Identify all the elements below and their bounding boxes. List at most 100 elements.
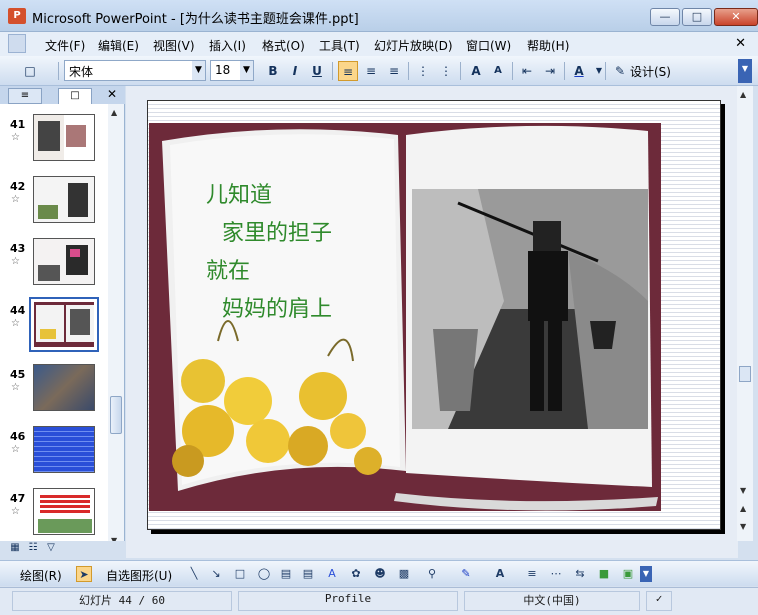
numbering-icon[interactable]: ⋮ <box>413 61 433 81</box>
toolbar-options-icon[interactable]: ▼ <box>738 59 752 83</box>
menu-format[interactable]: 格式(O) <box>262 37 305 54</box>
maximize-button[interactable]: □ <box>682 8 712 26</box>
line-style-icon[interactable]: ≡ <box>524 566 540 582</box>
decrease-indent-icon[interactable]: ⇤ <box>517 61 537 81</box>
vertical-textbox-icon[interactable]: ▤ <box>300 566 316 582</box>
font-color-icon[interactable]: A <box>569 61 589 81</box>
next-slide-icon[interactable]: ▼ <box>740 522 746 531</box>
font-size-select[interactable]: 18 ▼ <box>210 60 254 81</box>
diagram-icon[interactable]: ✿ <box>348 566 364 582</box>
rectangle-icon[interactable]: □ <box>232 566 248 582</box>
slide-position-status: 幻灯片 44 / 60 <box>12 591 232 611</box>
slide-number: 41 <box>10 118 26 131</box>
slide-canvas: 儿知道 家里的担子 就在 妈妈的肩上 <box>147 100 721 530</box>
toolbar-separator <box>408 62 409 80</box>
scroll-up-icon[interactable]: ▲ <box>111 108 117 117</box>
slide-thumbnail[interactable] <box>33 426 95 473</box>
thumbnail-scrollbar[interactable]: ▲ ▼ <box>108 104 124 549</box>
menu-help[interactable]: 帮助(H) <box>527 37 569 54</box>
fill-color-icon[interactable]: ⚲ <box>424 566 440 582</box>
align-center-icon[interactable]: ≡ <box>361 61 381 81</box>
3d-style-icon[interactable]: ▣ <box>620 566 636 582</box>
align-left-icon[interactable]: ≡ <box>338 61 358 81</box>
poem-line: 儿知道 <box>206 183 273 208</box>
shrink-font-icon[interactable]: A <box>488 61 508 81</box>
previous-slide-icon[interactable]: ▲ <box>740 504 746 513</box>
font-color-icon[interactable]: A <box>492 566 508 582</box>
oval-icon[interactable]: ◯ <box>256 566 272 582</box>
dash-style-icon[interactable]: ⋯ <box>548 566 564 582</box>
underline-icon[interactable]: U <box>307 61 327 81</box>
menu-insert[interactable]: 插入(I) <box>209 37 246 54</box>
textbox-icon[interactable]: ▤ <box>278 566 294 582</box>
slide-number: 42 <box>10 180 26 193</box>
slide-thumbnail[interactable] <box>33 238 95 285</box>
menu-view[interactable]: 视图(V) <box>153 37 195 54</box>
scrollbar-thumb[interactable] <box>739 366 751 382</box>
animation-star-icon: ☆ <box>11 382 20 393</box>
slideshow-icon[interactable]: ▽ <box>44 541 58 555</box>
clipart-icon[interactable]: ☻ <box>372 566 388 582</box>
document-close-icon[interactable]: ✕ <box>735 36 746 51</box>
design-icon[interactable]: ✎ <box>610 61 630 81</box>
toolbar-separator <box>332 62 333 80</box>
shadow-style-icon[interactable]: ■ <box>596 566 612 582</box>
design-template-status: Profile <box>238 591 458 611</box>
grow-font-icon[interactable]: A <box>466 61 486 81</box>
view-buttons: ▦ ☷ ▽ <box>0 541 125 558</box>
slide-thumbnail[interactable] <box>33 364 95 411</box>
minimize-button[interactable]: — <box>650 8 680 26</box>
font-size-value: 18 <box>215 63 231 77</box>
slide-scrollbar[interactable]: ▲ ▼ ▲ ▼ <box>737 86 753 541</box>
line-icon[interactable]: ╲ <box>186 566 202 582</box>
select-objects-icon[interactable]: ➤ <box>76 566 92 582</box>
chevron-down-icon[interactable]: ▼ <box>589 61 609 81</box>
toolbar-separator <box>605 62 606 80</box>
bold-icon[interactable]: B <box>263 61 283 81</box>
align-right-icon[interactable]: ≡ <box>384 61 404 81</box>
tab-slides[interactable]: □ <box>58 88 92 104</box>
wordart-icon[interactable]: A <box>324 566 340 582</box>
design-button-label[interactable]: 设计(S) <box>630 63 671 80</box>
slide-thumbnail-list: 41 ☆ 42 ☆ 43 ☆ 44 ☆ 45 ☆ 46 ☆ 47 ☆ <box>0 104 108 549</box>
line-color-icon[interactable]: ✎ <box>458 566 474 582</box>
arrow-style-icon[interactable]: ⇆ <box>572 566 588 582</box>
tab-outline[interactable]: ≡ <box>8 88 42 104</box>
arrow-icon[interactable]: ↘ <box>208 566 224 582</box>
slide-thumbnail[interactable] <box>33 488 95 535</box>
draw-menu-button[interactable]: 绘图(R) <box>20 567 62 584</box>
scroll-up-icon[interactable]: ▲ <box>740 90 746 99</box>
pane-close-icon[interactable]: ✕ <box>107 87 117 101</box>
menu-window[interactable]: 窗口(W) <box>466 37 511 54</box>
slide-thumbnail-selected[interactable] <box>29 297 99 352</box>
chevron-down-icon[interactable]: ▼ <box>192 61 205 80</box>
menu-edit[interactable]: 编辑(E) <box>98 37 139 54</box>
slide-sorter-icon[interactable]: ☷ <box>26 541 40 555</box>
slide-thumbnail[interactable] <box>33 176 95 223</box>
font-name-select[interactable]: 宋体 ▼ <box>64 60 206 81</box>
normal-view-icon[interactable]: ▦ <box>8 541 22 555</box>
menu-tools[interactable]: 工具(T) <box>319 37 360 54</box>
slide-thumbnail[interactable] <box>33 114 95 161</box>
spelling-check-icon[interactable]: ✓ <box>646 591 672 611</box>
chevron-down-icon[interactable]: ▼ <box>240 61 253 80</box>
scroll-down-icon[interactable]: ▼ <box>740 486 746 495</box>
powerpoint-app-icon[interactable]: P <box>8 8 26 24</box>
language-status: 中文(中国) <box>464 591 640 611</box>
menu-slideshow[interactable]: 幻灯片放映(D) <box>374 37 453 54</box>
slide-number: 46 <box>10 430 26 443</box>
slide-number: 44 <box>10 304 26 317</box>
menu-grip-icon[interactable] <box>8 34 26 53</box>
scrollbar-thumb[interactable] <box>110 396 122 434</box>
bullets-icon[interactable]: ⋮ <box>436 61 456 81</box>
close-button[interactable]: ✕ <box>714 8 758 26</box>
increase-indent-icon[interactable]: ⇥ <box>540 61 560 81</box>
italic-icon[interactable]: I <box>285 61 305 81</box>
new-document-icon[interactable]: □ <box>20 61 40 81</box>
autoshapes-button[interactable]: 自选图形(U) <box>106 567 172 584</box>
toolbar-options-icon[interactable]: ▼ <box>640 566 652 582</box>
menu-file[interactable]: 文件(F) <box>45 37 85 54</box>
poem-line: 家里的担子 <box>222 221 333 246</box>
picture-icon[interactable]: ▩ <box>396 566 412 582</box>
drawing-toolbar: 绘图(R) ➤ 自选图形(U) ╲ ↘ □ ◯ ▤ ▤ A ✿ ☻ ▩ ⚲ ✎ … <box>0 560 758 586</box>
